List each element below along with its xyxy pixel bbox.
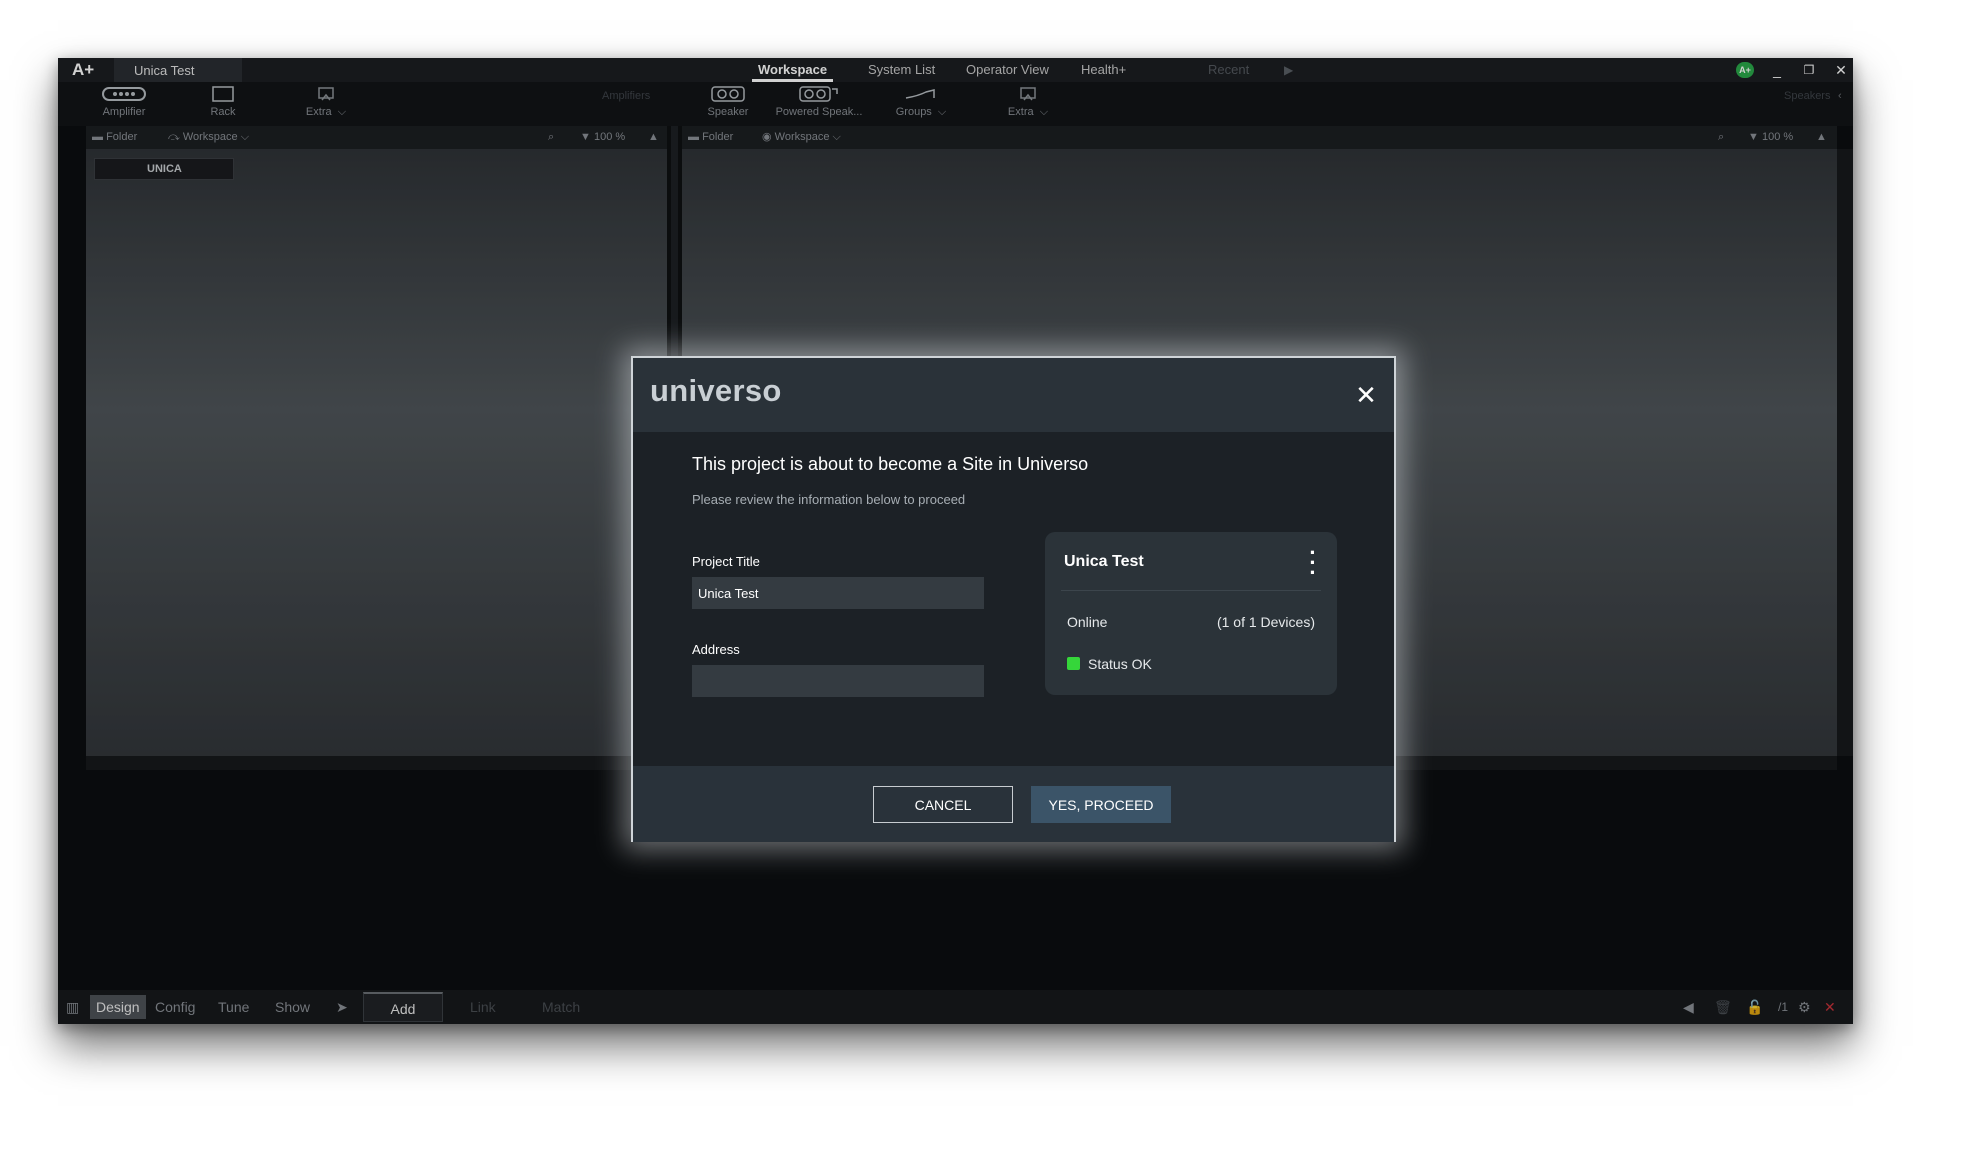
app-window: A+ Unica Test Workspace System List Oper… <box>58 58 1853 1024</box>
project-title-label: Project Title <box>692 554 760 569</box>
dialog-footer: CANCEL YES, PROCEED <box>633 766 1394 842</box>
dialog-body: This project is about to become a Site i… <box>633 432 1394 766</box>
more-options-icon[interactable]: · · · <box>1305 542 1321 584</box>
address-input[interactable] <box>692 665 984 697</box>
site-card-title: Unica Test <box>1064 553 1144 570</box>
universo-logo: universo <box>650 373 782 408</box>
dialog-header: universo ✕ <box>633 358 1394 432</box>
status-text: Status OK <box>1088 656 1152 672</box>
device-count: (1 of 1 Devices) <box>1216 614 1315 630</box>
online-label: Online <box>1067 614 1108 630</box>
close-icon[interactable]: ✕ <box>1353 382 1379 408</box>
dialog-subtitle: Please review the information below to p… <box>692 492 966 507</box>
dialog-title: This project is about to become a Site i… <box>692 454 1089 474</box>
proceed-button[interactable]: YES, PROCEED <box>1031 786 1171 823</box>
site-card: Unica Test · · · Online (1 of 1 Devices) S… <box>1045 532 1337 695</box>
cancel-button[interactable]: CANCEL <box>873 786 1013 823</box>
project-title-input[interactable] <box>692 577 984 609</box>
status-ok-icon <box>1067 657 1080 670</box>
card-divider <box>1061 590 1321 591</box>
universo-dialog: universo ✕ This project is about to beco… <box>631 356 1396 842</box>
address-label: Address <box>692 642 740 657</box>
